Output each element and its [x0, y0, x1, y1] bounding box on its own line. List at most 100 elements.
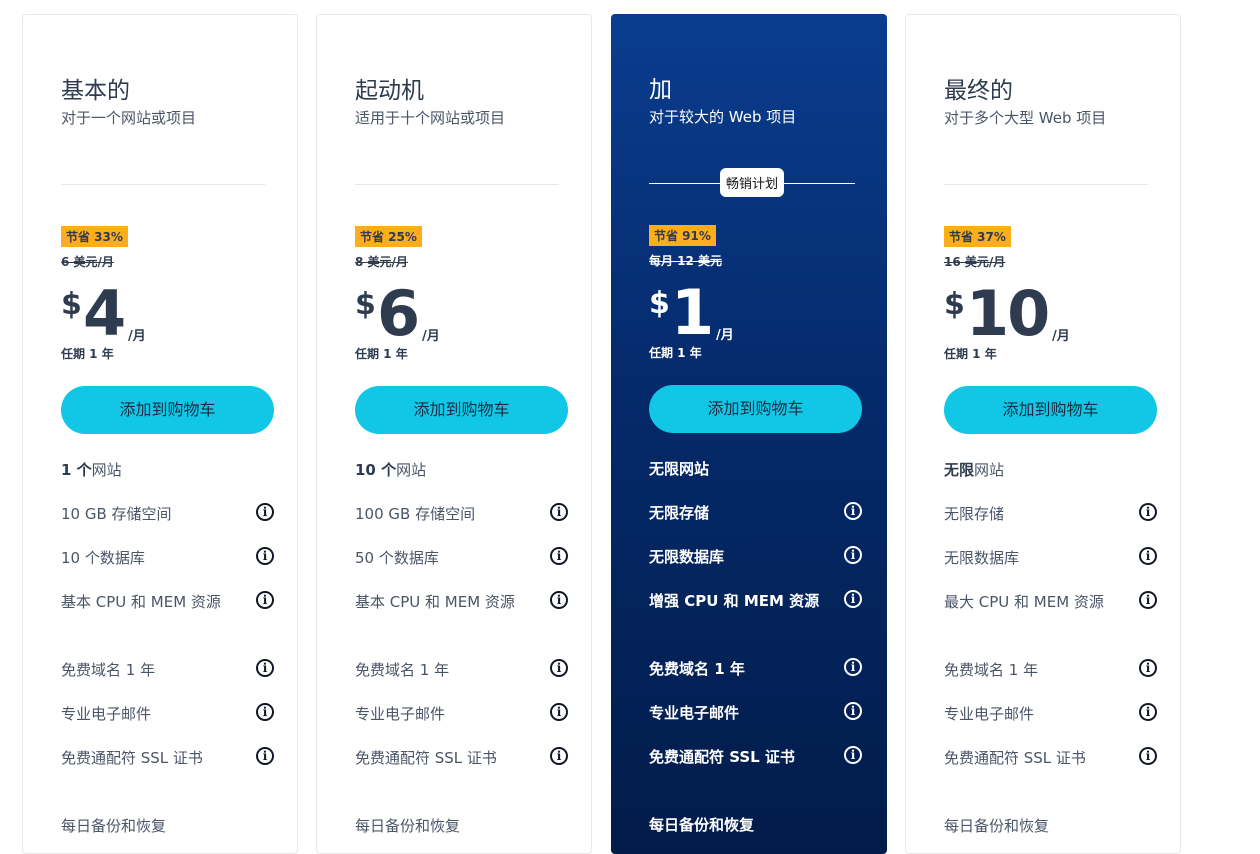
info-icon[interactable]: i — [844, 546, 862, 564]
feature-label: 100 GB 存储空间 — [355, 505, 476, 523]
feature-label: 每日备份和恢复 — [649, 816, 755, 834]
info-icon[interactable]: i — [844, 590, 862, 608]
info-icon[interactable]: i — [844, 658, 862, 676]
price-currency: $ — [649, 286, 670, 321]
price-amount: 6 — [377, 277, 420, 350]
feature-item: 100 GB 存储空间 i — [355, 503, 568, 525]
feature-label: 无限数据库 — [649, 548, 725, 566]
plan-title: 起动机 — [355, 78, 424, 104]
feature-label: 免费通配符 SSL 证书 — [944, 749, 1086, 767]
info-icon[interactable]: i — [550, 703, 568, 721]
plan-card-content: 加对于较大的 Web 项目 畅销计划 节省 91% 每月 12 美元 $1/月 任期 1 … — [649, 14, 862, 854]
feature-label: 每日备份和恢复 — [355, 817, 461, 835]
feature-item: 10 个数据库 i — [61, 547, 274, 569]
info-icon[interactable]: i — [1139, 659, 1157, 677]
price-period: /月 — [716, 328, 734, 343]
info-icon[interactable]: i — [844, 702, 862, 720]
feature-highlight: 10 个 — [355, 461, 397, 479]
original-price: 8 美元/月 — [355, 255, 408, 269]
feature-label: 免费域名 1 年 — [944, 661, 1039, 679]
info-icon[interactable]: i — [1139, 703, 1157, 721]
add-to-cart-button[interactable]: 添加到购物车 — [61, 386, 274, 434]
discount-badge: 节省 37% — [944, 226, 1011, 247]
plan-card-content: 基本的 对于一个网站或项目 节省 33% 6 美元/月 $4/月 任期 1 年添加到购物车… — [61, 15, 274, 853]
feature-item: 专业电子邮件 i — [61, 703, 274, 725]
plan-card: 最终的 对于多个大型 Web 项目 节省 37% 16 美元/月 $10/月 任期 1 年… — [905, 14, 1181, 854]
feature-item: 专业电子邮件 i — [944, 703, 1157, 725]
feature-item: 每日备份和恢复 — [61, 815, 274, 837]
price-currency: $ — [355, 287, 376, 322]
feature-label: 10 GB 存储空间 — [61, 505, 172, 523]
feature-item: 免费域名 1 年 i — [61, 659, 274, 681]
feature-item: 免费通配符 SSL 证书 i — [944, 747, 1157, 769]
plan-card: 加对于较大的 Web 项目 畅销计划 节省 91% 每月 12 美元 $1/月 任期 1 … — [611, 14, 887, 854]
feature-label: 免费通配符 SSL 证书 — [61, 749, 203, 767]
info-icon[interactable]: i — [256, 547, 274, 565]
info-icon[interactable]: i — [550, 503, 568, 521]
add-to-cart-button[interactable]: 添加到购物车 — [355, 386, 568, 434]
feature-item: 无限网站 — [649, 458, 862, 480]
feature-label: 无限数据库 — [944, 549, 1020, 567]
info-icon[interactable]: i — [550, 591, 568, 609]
info-icon[interactable]: i — [844, 746, 862, 764]
info-icon[interactable]: i — [1139, 503, 1157, 521]
info-icon[interactable]: i — [1139, 547, 1157, 565]
feature-label: 无限存储 — [944, 505, 1005, 523]
feature-label: 免费域名 1 年 — [355, 661, 450, 679]
feature-item: 每日备份和恢复 — [649, 814, 862, 836]
plan-card-content: 起动机 适用于十个网站或项目 节省 25% 8 美元/月 $6/月 任期 1 年添加到购物… — [355, 15, 568, 853]
feature-item: 免费通配符 SSL 证书 i — [355, 747, 568, 769]
add-to-cart-button[interactable]: 添加到购物车 — [944, 386, 1157, 434]
original-price: 16 美元/月 — [944, 255, 1006, 269]
feature-label: 免费域名 1 年 — [649, 660, 745, 678]
info-icon[interactable]: i — [256, 591, 274, 609]
feature-item: 无限数据库 i — [649, 546, 862, 568]
plan-subtitle: 对于一个网站或项目 — [61, 109, 197, 127]
feature-item: 每日备份和恢复 — [355, 815, 568, 837]
info-icon[interactable]: i — [256, 703, 274, 721]
feature-highlight: 无限 — [944, 461, 975, 479]
original-price: 每月 12 美元 — [649, 254, 723, 268]
feature-item: 增强 CPU 和 MEM 资源 i — [649, 590, 862, 612]
plan-title: 加 — [649, 77, 672, 103]
feature-label: 基本 CPU 和 MEM 资源 — [61, 593, 221, 611]
price-currency: $ — [61, 287, 82, 322]
info-icon[interactable]: i — [256, 503, 274, 521]
feature-item: 1 个网站 — [61, 459, 274, 481]
info-icon[interactable]: i — [256, 659, 274, 677]
plan-term: 任期 1 年 — [355, 347, 408, 361]
feature-label: 免费通配符 SSL 证书 — [649, 748, 795, 766]
feature-item: 10 GB 存储空间 i — [61, 503, 274, 525]
feature-label: 每日备份和恢复 — [944, 817, 1050, 835]
plan-subtitle: 适用于十个网站或项目 — [355, 109, 506, 127]
feature-item: 免费通配符 SSL 证书 i — [649, 746, 862, 768]
feature-label: 免费通配符 SSL 证书 — [355, 749, 497, 767]
feature-label: 无限存储 — [649, 504, 710, 522]
feature-label: 专业电子邮件 — [355, 705, 446, 723]
info-icon[interactable]: i — [1139, 747, 1157, 765]
price-period: /月 — [1052, 329, 1070, 344]
feature-item: 10 个网站 — [355, 459, 568, 481]
original-price: 6 美元/月 — [61, 255, 114, 269]
info-icon[interactable]: i — [550, 547, 568, 565]
info-icon[interactable]: i — [550, 747, 568, 765]
feature-label: 每日备份和恢复 — [61, 817, 167, 835]
info-icon[interactable]: i — [256, 747, 274, 765]
info-icon[interactable]: i — [844, 502, 862, 520]
divider — [944, 184, 1148, 185]
feature-label: 最大 CPU 和 MEM 资源 — [944, 593, 1104, 611]
feature-item: 基本 CPU 和 MEM 资源 i — [61, 591, 274, 613]
feature-label: 网站 — [396, 461, 427, 479]
plan-title: 基本的 — [61, 78, 130, 104]
add-to-cart-button[interactable]: 添加到购物车 — [649, 385, 862, 433]
feature-item: 最大 CPU 和 MEM 资源 i — [944, 591, 1157, 613]
plan-card: 基本的 对于一个网站或项目 节省 33% 6 美元/月 $4/月 任期 1 年添加到购物车… — [22, 14, 298, 854]
feature-label: 10 个数据库 — [61, 549, 145, 567]
info-icon[interactable]: i — [1139, 591, 1157, 609]
info-icon[interactable]: i — [550, 659, 568, 677]
feature-item: 每日备份和恢复 — [944, 815, 1157, 837]
price-period: /月 — [128, 329, 146, 344]
feature-item: 免费域名 1 年 i — [649, 658, 862, 680]
discount-badge: 节省 33% — [61, 226, 128, 247]
feature-label: 专业电子邮件 — [649, 704, 740, 722]
